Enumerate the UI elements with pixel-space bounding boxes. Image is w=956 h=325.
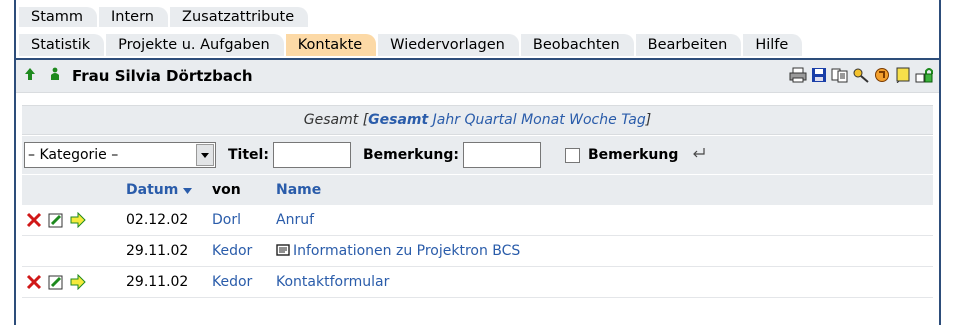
lock-icon[interactable] <box>914 65 934 85</box>
tab-projekte[interactable]: Projekte u. Aufgaben <box>106 34 284 56</box>
enter-icon[interactable] <box>692 147 706 163</box>
tab-statistik[interactable]: Statistik <box>19 34 105 56</box>
copy-document-icon[interactable] <box>830 65 850 85</box>
tab-row-bottom: Statistik Projekte u. Aufgaben Kontakte … <box>19 34 804 56</box>
filter-bar: – Kategorie – Titel: Bemerkung: Bemerkun… <box>22 136 933 174</box>
edit-icon[interactable] <box>48 212 64 232</box>
tab-zusatzattribute[interactable]: Zusatzattribute <box>170 7 309 27</box>
period-prefix: Gesamt [ <box>303 112 369 128</box>
tab-row-top: Stamm Intern Zusatzattribute <box>19 7 310 27</box>
print-icon[interactable] <box>788 65 808 85</box>
search-key-icon[interactable] <box>851 65 871 85</box>
cell-from[interactable]: Dorl <box>212 205 241 235</box>
main-frame: Stamm Intern Zusatzattribute Statistik P… <box>14 0 941 325</box>
title-label: Titel: <box>228 147 269 163</box>
content-area: Gesamt [Gesamt Jahr Quartal Monat Woche … <box>22 105 933 298</box>
up-arrow-icon[interactable] <box>24 67 36 85</box>
row-actions <box>26 211 86 232</box>
cell-from[interactable]: Kedor <box>212 267 252 297</box>
tab-stamm[interactable]: Stamm <box>19 7 98 27</box>
remark-input[interactable] <box>462 142 541 168</box>
toolbar <box>788 65 934 85</box>
period-woche[interactable]: Woche <box>569 112 617 128</box>
period-gesamt[interactable]: Gesamt <box>368 112 428 128</box>
reload-icon[interactable] <box>872 65 892 85</box>
table-row: 29.11.02 Kedor Informationen zu Projektron… <box>22 236 933 267</box>
period-jahr[interactable]: Jahr <box>433 112 460 128</box>
delete-icon[interactable] <box>26 274 42 294</box>
delete-icon[interactable] <box>26 212 42 232</box>
cell-date: 29.11.02 <box>126 274 189 290</box>
tab-intern[interactable]: Intern <box>99 7 169 27</box>
table-header: Datum von Name <box>22 175 933 205</box>
note-icon[interactable] <box>893 65 913 85</box>
table-body: 02.12.02 Dorl Anruf 29.11.02 Kedor Informatio… <box>22 205 933 298</box>
tab-kontakte[interactable]: Kontakte <box>285 34 377 56</box>
chevron-down-icon[interactable] <box>196 144 214 166</box>
period-suffix: ] <box>645 112 652 128</box>
table-row: 02.12.02 Dorl Anruf <box>22 205 933 236</box>
tab-beobachten[interactable]: Beobachten <box>520 34 634 56</box>
header-from: von <box>212 182 241 198</box>
remark-checkbox-label: Bemerkung <box>587 147 679 163</box>
tab-hilfe[interactable]: Hilfe <box>743 34 803 56</box>
header-name[interactable]: Name <box>276 175 321 205</box>
category-select[interactable]: – Kategorie – <box>24 142 216 168</box>
table-row: 29.11.02 Kedor Kontaktformular <box>22 267 933 298</box>
save-icon[interactable] <box>809 65 829 85</box>
edit-icon[interactable] <box>48 274 64 294</box>
arrow-right-icon[interactable] <box>70 211 86 232</box>
cell-from[interactable]: Kedor <box>212 236 252 266</box>
cell-date: 29.11.02 <box>126 243 189 259</box>
tab-wiedervorlagen[interactable]: Wiedervorlagen <box>378 34 519 56</box>
remark-checkbox[interactable] <box>564 147 580 163</box>
remark-label: Bemerkung: <box>362 147 459 163</box>
period-monat[interactable]: Monat <box>521 112 565 128</box>
title-input[interactable] <box>272 142 351 168</box>
tab-bearbeiten[interactable]: Bearbeiten <box>635 34 742 56</box>
person-icon[interactable] <box>50 67 60 85</box>
cell-name[interactable]: Kontaktformular <box>276 267 389 297</box>
title-bar: Frau Silvia Dörtzbach <box>16 58 939 93</box>
period-selector: Gesamt [Gesamt Jahr Quartal Monat Woche … <box>22 105 933 135</box>
cell-name[interactable]: Informationen zu Projektron BCS <box>293 236 520 266</box>
header-date[interactable]: Datum <box>126 175 193 205</box>
period-quartal[interactable]: Quartal <box>464 112 516 128</box>
row-actions <box>26 273 86 294</box>
cell-name[interactable]: Anruf <box>276 205 314 235</box>
period-tag[interactable]: Tag <box>621 112 646 128</box>
arrow-right-icon[interactable] <box>70 273 86 294</box>
document-icon <box>276 244 290 256</box>
cell-date: 02.12.02 <box>126 212 189 228</box>
category-value: – Kategorie – <box>28 147 119 163</box>
page-title: Frau Silvia Dörtzbach <box>72 67 253 85</box>
sort-down-icon <box>183 188 193 194</box>
